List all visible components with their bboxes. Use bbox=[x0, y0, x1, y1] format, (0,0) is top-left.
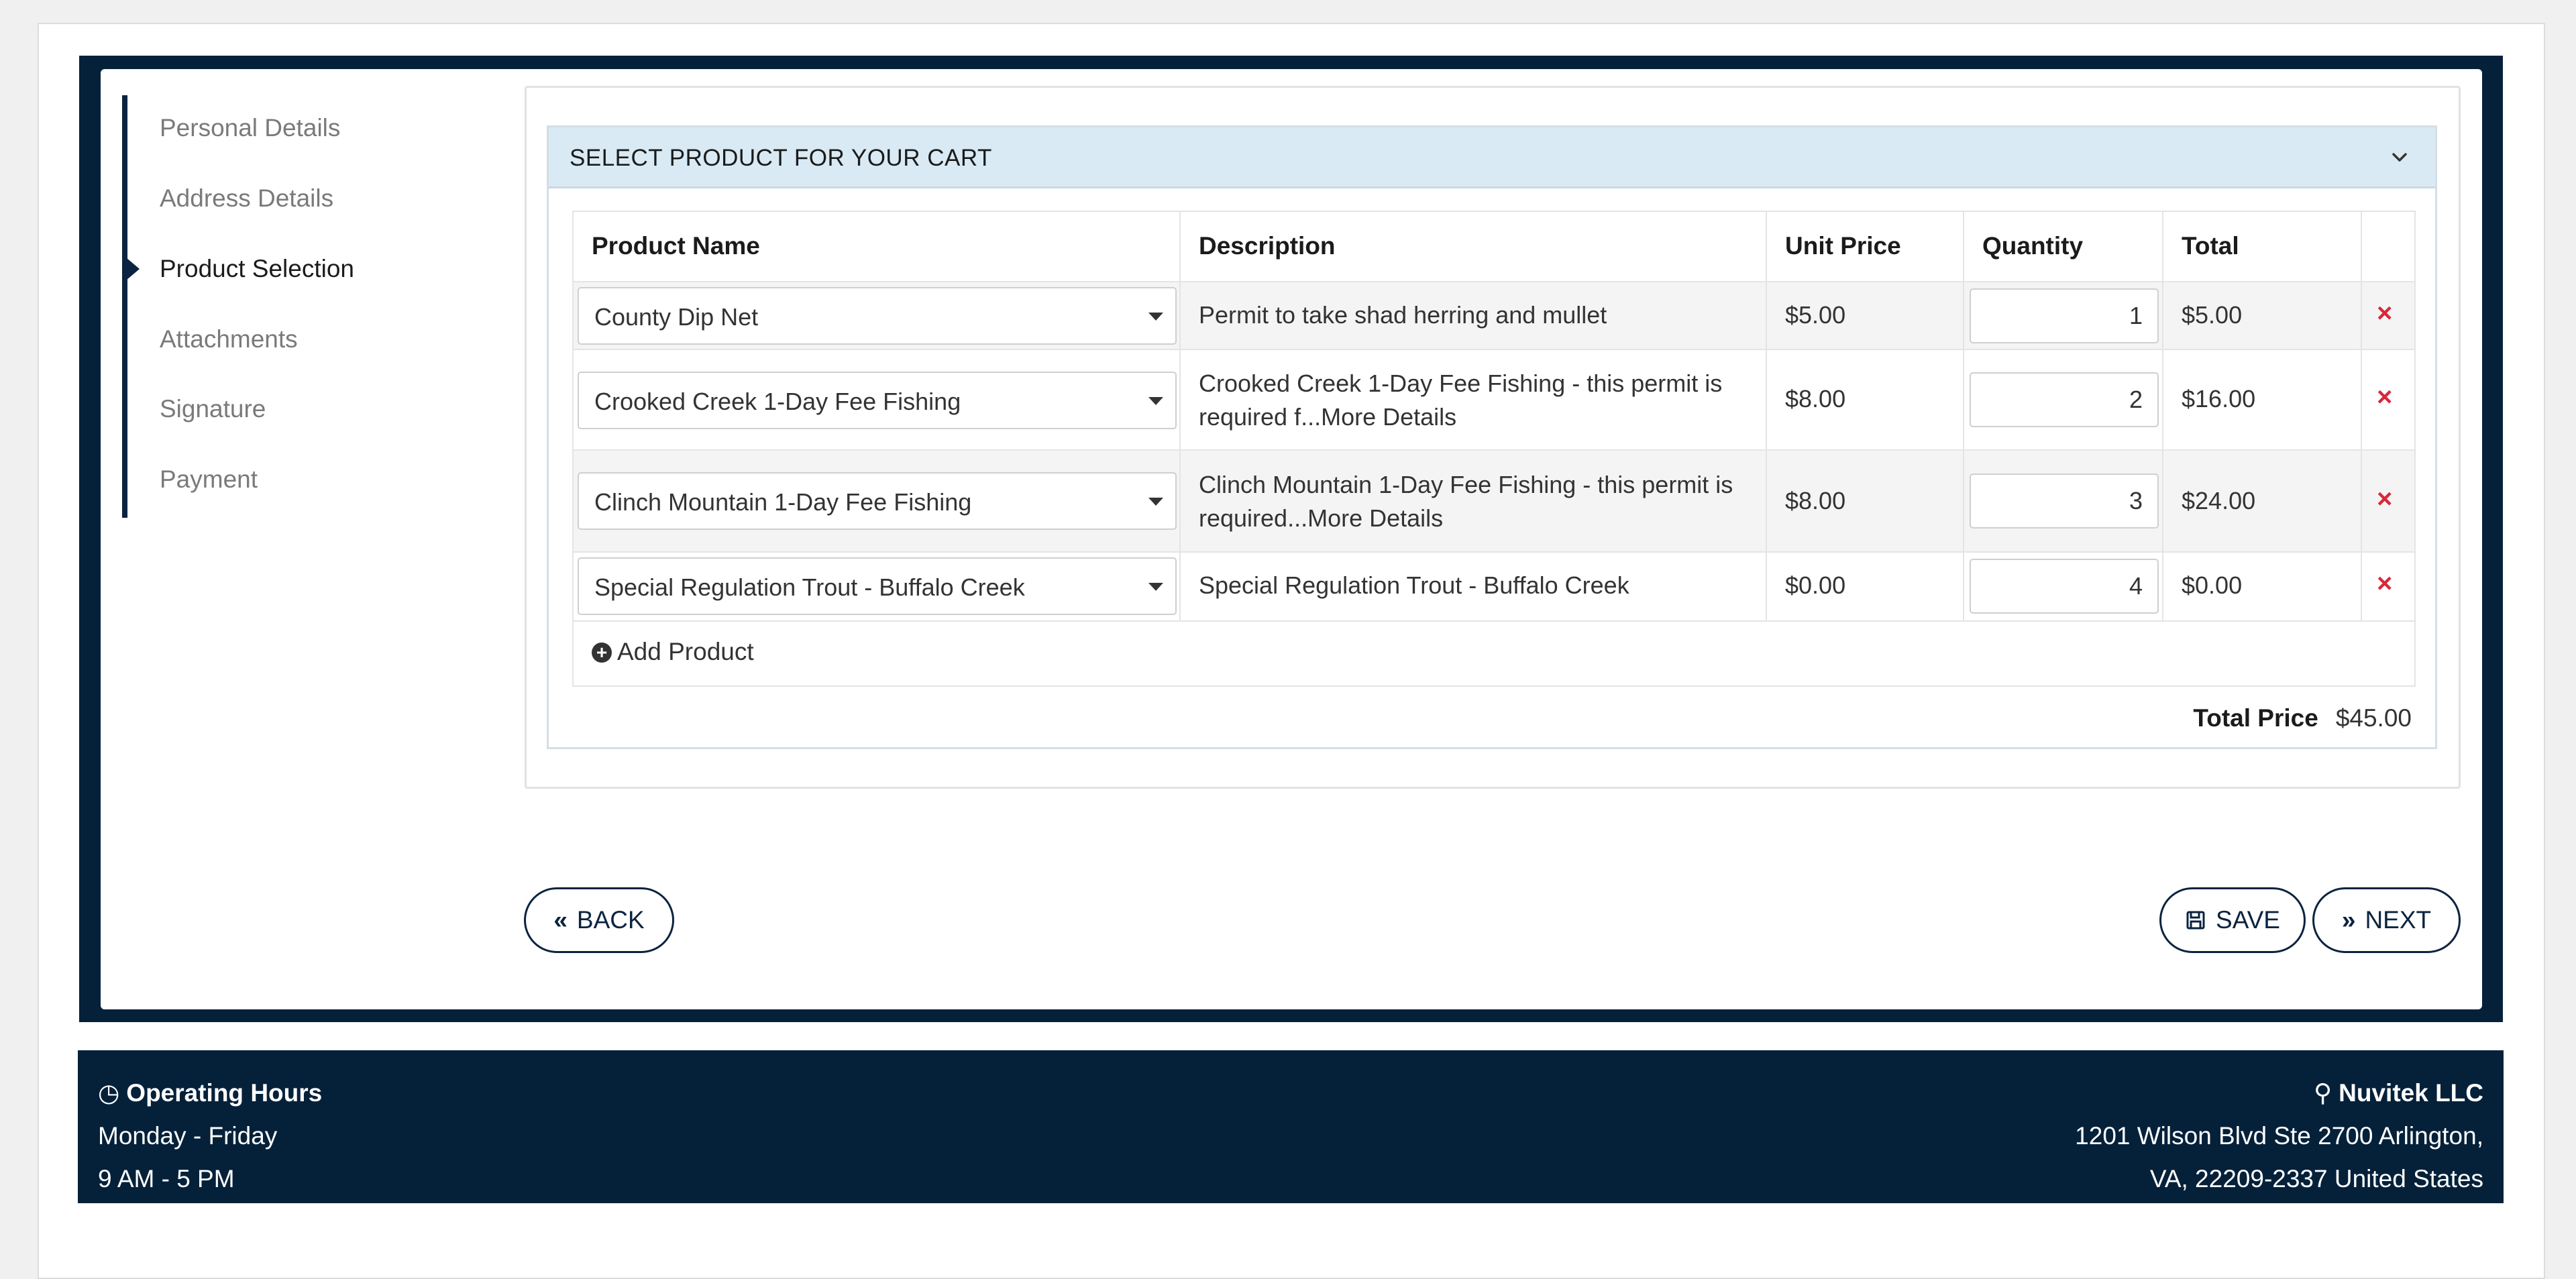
product-description: Special Regulation Trout - Buffalo Creek bbox=[1199, 571, 1629, 599]
step-personal-details[interactable]: Personal Details bbox=[160, 114, 340, 142]
total-price-value: $45.00 bbox=[2335, 704, 2412, 732]
add-product-label: Add Product bbox=[617, 638, 754, 665]
table-row: County Dip Net Permit to take shad herri… bbox=[574, 282, 2414, 350]
company-name: Nuvitek LLC bbox=[2339, 1079, 2483, 1107]
table-row: Crooked Creek 1-Day Fee Fishing Crooked … bbox=[574, 350, 2414, 451]
row-total: $16.00 bbox=[2182, 385, 2256, 412]
quantity-input[interactable] bbox=[1970, 559, 2159, 614]
unit-price: $0.00 bbox=[1785, 571, 1846, 599]
quantity-input[interactable] bbox=[1970, 372, 2159, 427]
table-row: Special Regulation Trout - Buffalo Creek… bbox=[574, 553, 2414, 622]
add-product-row: + Add Product bbox=[574, 622, 2414, 685]
caret-down-icon bbox=[1148, 397, 1163, 405]
product-select-value: County Dip Net bbox=[594, 303, 759, 331]
column-header-product-name: Product Name bbox=[592, 232, 760, 260]
product-select-value: Special Regulation Trout - Buffalo Creek bbox=[594, 573, 1025, 601]
panel-title: SELECT PRODUCT FOR YOUR CART bbox=[570, 145, 992, 171]
floppy-disk-icon bbox=[2186, 911, 2205, 930]
next-button[interactable]: » NEXT bbox=[2312, 887, 2461, 953]
chevron-down-icon[interactable] bbox=[2390, 148, 2410, 168]
column-header-unit-price: Unit Price bbox=[1785, 232, 1901, 260]
column-header-description: Description bbox=[1199, 232, 1336, 260]
back-button-label: BACK bbox=[576, 906, 645, 934]
product-description: Clinch Mountain 1-Day Fee Fishing - this… bbox=[1199, 471, 1733, 532]
row-total: $5.00 bbox=[2182, 301, 2243, 329]
quantity-input[interactable] bbox=[1970, 288, 2159, 343]
step-payment[interactable]: Payment bbox=[160, 465, 258, 494]
column-header-total: Total bbox=[2182, 232, 2239, 260]
double-chevron-left-icon: « bbox=[553, 906, 568, 934]
caret-down-icon bbox=[1148, 583, 1163, 591]
table-row: Clinch Mountain 1-Day Fee Fishing Clinch… bbox=[574, 451, 2414, 553]
table-header-row: Product Name Description Unit Price Quan… bbox=[574, 212, 2414, 282]
next-button-label: NEXT bbox=[2365, 906, 2432, 934]
product-select[interactable]: County Dip Net bbox=[578, 287, 1177, 345]
operating-hours-time: 9 AM - 5 PM bbox=[98, 1165, 235, 1192]
add-product-link[interactable]: + Add Product bbox=[592, 638, 754, 666]
map-pin-icon: ⚲ bbox=[2314, 1079, 2332, 1107]
operating-hours-days: Monday - Friday bbox=[98, 1122, 278, 1150]
back-button[interactable]: « BACK bbox=[524, 887, 674, 953]
column-header-quantity: Quantity bbox=[1982, 232, 2084, 260]
total-price-line: Total Price $45.00 bbox=[2193, 704, 2412, 732]
step-attachments[interactable]: Attachments bbox=[160, 325, 298, 353]
clock-icon: ◷ bbox=[98, 1079, 120, 1107]
step-navigation: Personal Details Address Details Product… bbox=[122, 95, 498, 518]
product-select-value: Clinch Mountain 1-Day Fee Fishing bbox=[594, 488, 972, 516]
footer: ◷ Operating Hours Monday - Friday 9 AM - … bbox=[78, 1050, 2504, 1203]
total-price-label: Total Price bbox=[2193, 704, 2318, 732]
remove-icon[interactable]: × bbox=[2377, 298, 2392, 329]
row-total: $0.00 bbox=[2182, 571, 2243, 599]
product-description: Crooked Creek 1-Day Fee Fishing - this p… bbox=[1199, 370, 1723, 431]
product-select[interactable]: Clinch Mountain 1-Day Fee Fishing bbox=[578, 472, 1177, 530]
remove-icon[interactable]: × bbox=[2377, 484, 2392, 514]
row-total: $24.00 bbox=[2182, 487, 2256, 514]
company-address: ⚲ Nuvitek LLC 1201 Wilson Blvd Ste 2700 A… bbox=[2075, 1072, 2483, 1201]
operating-hours-title: Operating Hours bbox=[126, 1079, 323, 1107]
operating-hours: ◷ Operating Hours Monday - Friday 9 AM - … bbox=[98, 1072, 322, 1201]
step-product-selection[interactable]: Product Selection bbox=[160, 255, 354, 283]
caret-down-icon bbox=[1148, 498, 1163, 506]
product-description: Permit to take shad herring and mullet bbox=[1199, 301, 1607, 329]
unit-price: $8.00 bbox=[1785, 385, 1846, 412]
product-cart-panel: SELECT PRODUCT FOR YOUR CART Product Nam… bbox=[547, 125, 2437, 749]
active-step-indicator bbox=[122, 254, 140, 284]
step-signature[interactable]: Signature bbox=[160, 395, 266, 423]
panel-header[interactable]: SELECT PRODUCT FOR YOUR CART bbox=[549, 127, 2435, 188]
unit-price: $5.00 bbox=[1785, 301, 1846, 329]
remove-icon[interactable]: × bbox=[2377, 569, 2392, 599]
product-select-value: Crooked Creek 1-Day Fee Fishing bbox=[594, 388, 961, 415]
address-line-1: 1201 Wilson Blvd Ste 2700 Arlington, bbox=[2075, 1122, 2483, 1150]
quantity-input[interactable] bbox=[1970, 474, 2159, 529]
address-line-2: VA, 22209-2337 United States bbox=[2149, 1165, 2483, 1192]
product-select[interactable]: Special Regulation Trout - Buffalo Creek bbox=[578, 557, 1177, 615]
remove-icon[interactable]: × bbox=[2377, 382, 2392, 412]
save-button-label: SAVE bbox=[2216, 906, 2280, 934]
caret-down-icon bbox=[1148, 313, 1163, 321]
double-chevron-right-icon: » bbox=[2341, 906, 2356, 934]
product-table: Product Name Description Unit Price Quan… bbox=[572, 211, 2416, 687]
step-address-details[interactable]: Address Details bbox=[160, 184, 333, 213]
save-button[interactable]: SAVE bbox=[2159, 887, 2306, 953]
plus-circle-icon: + bbox=[592, 643, 612, 663]
unit-price: $8.00 bbox=[1785, 487, 1846, 514]
product-select[interactable]: Crooked Creek 1-Day Fee Fishing bbox=[578, 372, 1177, 429]
